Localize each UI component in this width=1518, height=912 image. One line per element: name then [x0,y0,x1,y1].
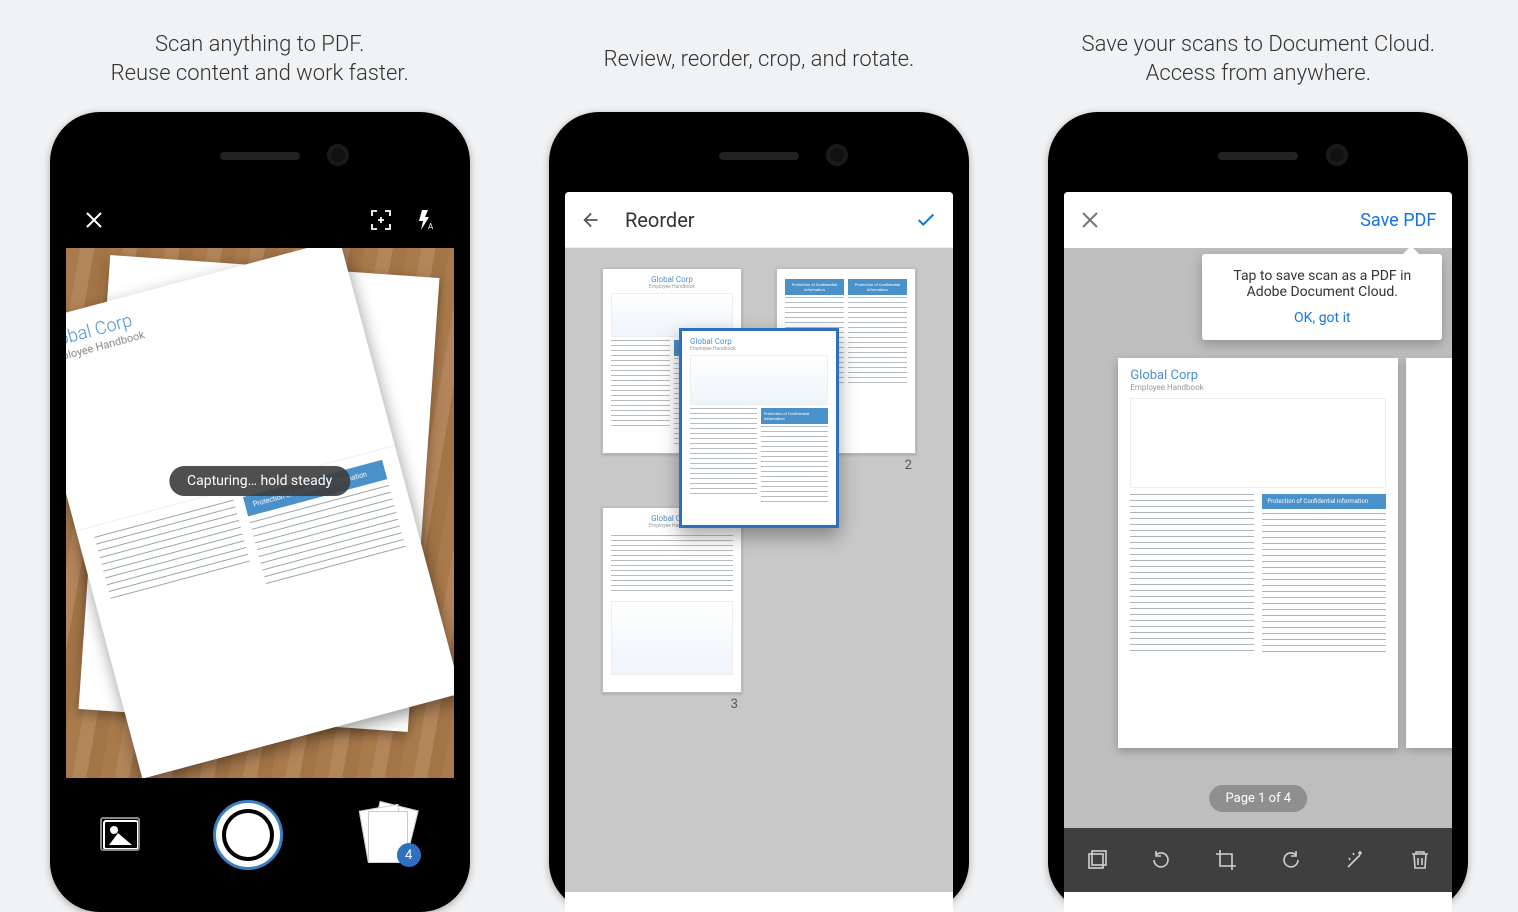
page-indicator: Page 1 of 4 [1210,785,1308,812]
close-icon[interactable] [84,210,104,230]
caption-1: Scan anything to PDF. Reuse content and … [111,30,409,90]
page-stack-button[interactable]: 4 [357,805,417,865]
camera-topbar: A [66,192,454,248]
panel-reorder: Review, reorder, crop, and rotate. Reord… [529,30,988,912]
reorder-grid[interactable]: Global Corp Employee Handbook Protection… [565,248,953,892]
next-page-peek[interactable] [1406,358,1452,748]
close-icon[interactable] [1080,210,1100,230]
tooltip-ok-button[interactable]: OK, got it [1218,310,1426,326]
page-count-badge: 4 [397,843,421,867]
edit-toolbar [1064,828,1452,892]
svg-text:A: A [428,222,434,231]
crop-icon[interactable] [1214,848,1238,872]
reorder-topbar: Reorder [565,192,953,248]
phone-frame-3: Save PDF Tap to save scan as a PDF in Ad… [1048,112,1468,912]
tooltip-text: Tap to save scan as a PDF in Adobe Docum… [1233,268,1411,300]
rotate-left-icon[interactable] [1149,848,1173,872]
document-preview[interactable]: Global Corp Employee Handbook Protection… [1118,358,1398,748]
thumb-number: 3 [602,697,742,712]
confirm-icon[interactable] [915,209,937,231]
thumbnail-3[interactable]: Global Corp Employee Handbook 3 [602,507,742,712]
caption-3: Save your scans to Document Cloud. Acces… [1082,30,1436,90]
save-topbar: Save PDF [1064,192,1452,248]
camera-viewfinder[interactable]: Global Corp Employee Handbook Protection… [66,248,454,778]
back-arrow-icon[interactable] [581,209,603,231]
add-page-icon[interactable] [1085,848,1109,872]
phone-frame-1: A Global Corp Employee Handbook [50,112,470,912]
camera-bottombar: 4 [66,778,454,892]
panel-save: Save your scans to Document Cloud. Acces… [1029,30,1488,912]
dragging-thumbnail[interactable]: Global Corp Employee Handbook Protection… [679,328,839,528]
screen-title: Reorder [625,208,915,232]
gallery-icon [103,820,139,850]
caption-2: Review, reorder, crop, and rotate. [604,30,915,90]
magic-wand-icon[interactable] [1343,848,1367,872]
rotate-right-icon[interactable] [1279,848,1303,872]
phone-frame-2: Reorder Global Corp Employee Handbook Pr… [549,112,969,912]
save-tooltip: Tap to save scan as a PDF in Adobe Docum… [1202,254,1442,340]
flash-auto-icon[interactable]: A [414,209,436,231]
gallery-button[interactable] [103,820,139,850]
save-pdf-button[interactable]: Save PDF [1360,210,1436,231]
focus-icon[interactable] [370,209,392,231]
capture-status: Capturing… hold steady [169,466,350,496]
shutter-button[interactable] [213,800,283,870]
delete-icon[interactable] [1408,848,1432,872]
document-preview-area[interactable]: Tap to save scan as a PDF in Adobe Docum… [1064,248,1452,828]
panel-scan: Scan anything to PDF. Reuse content and … [30,30,489,912]
